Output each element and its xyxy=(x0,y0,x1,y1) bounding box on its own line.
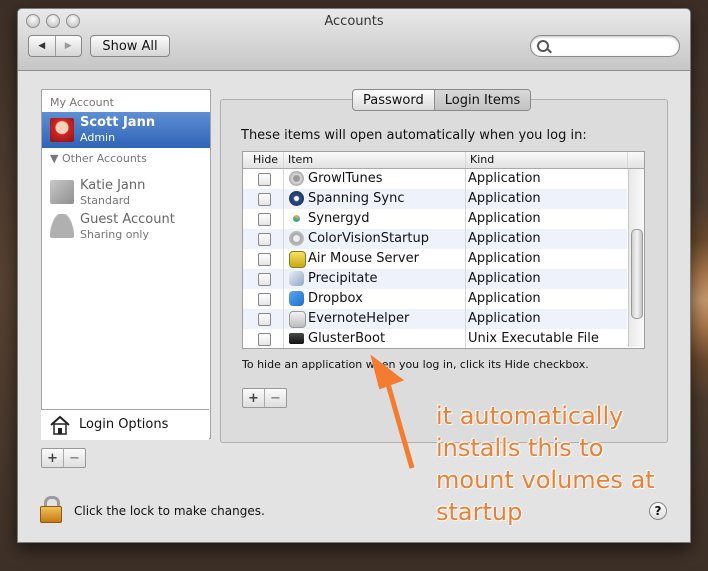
annotation-text: it automatically installs this to mount … xyxy=(436,402,655,526)
